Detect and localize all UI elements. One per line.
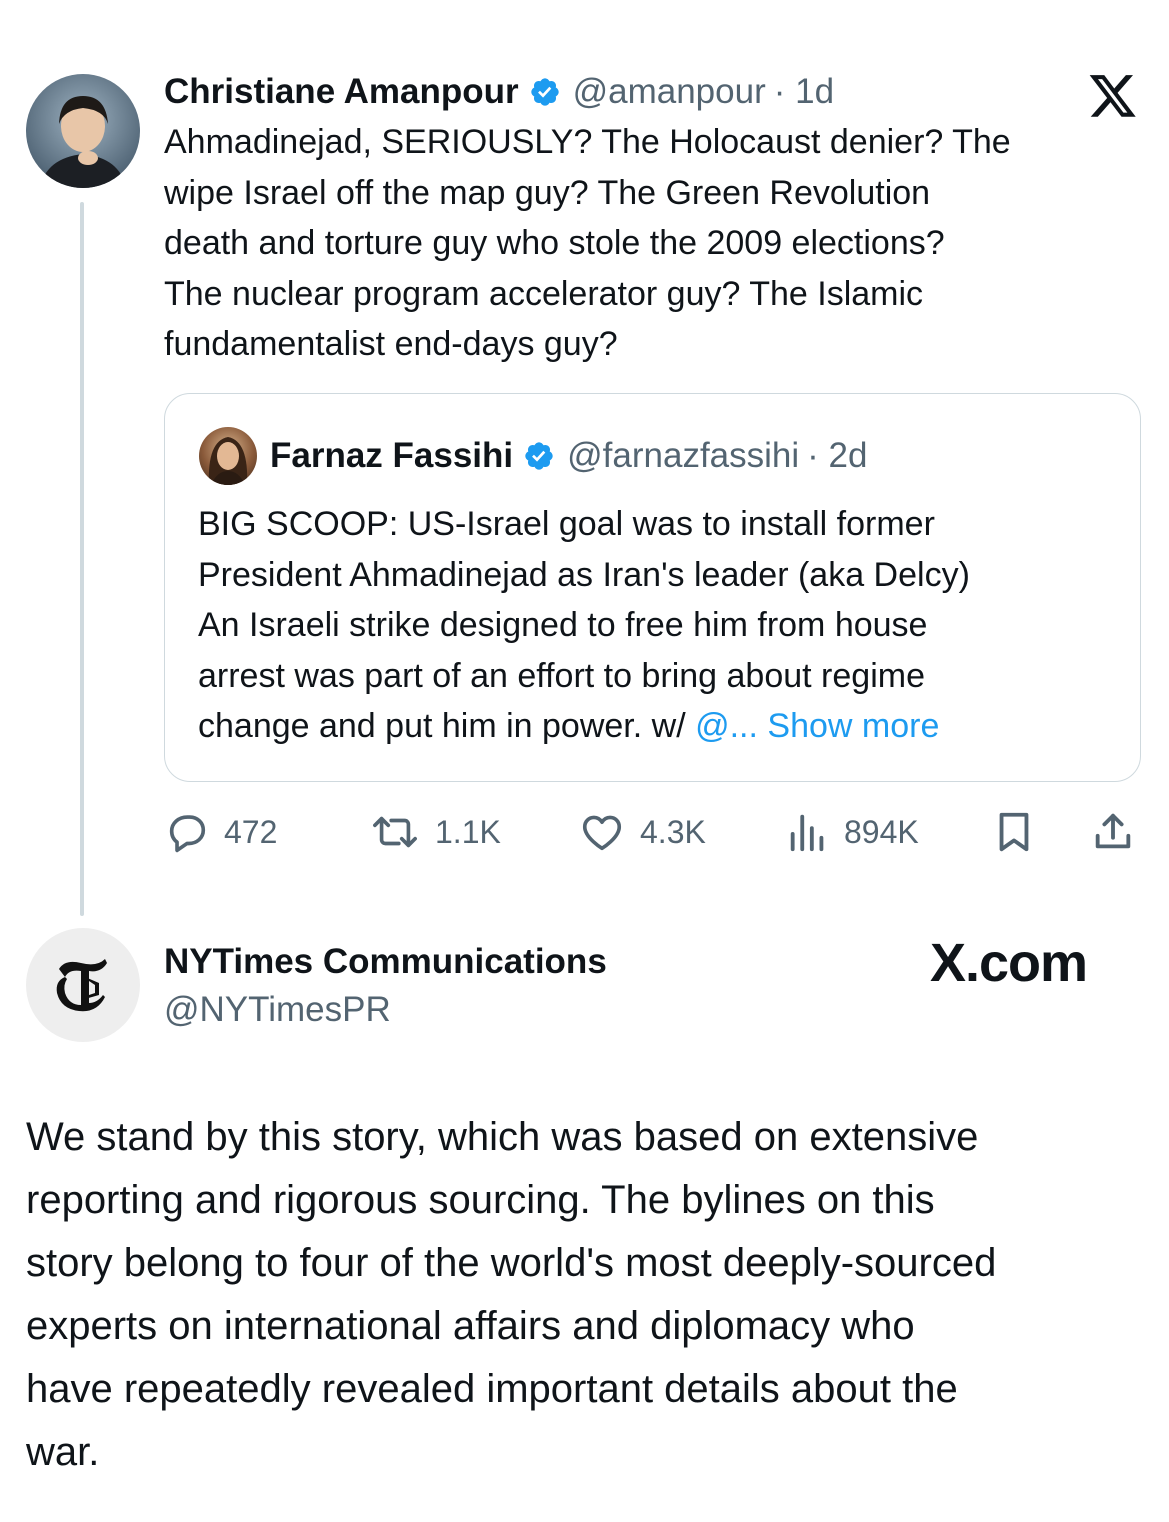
like-count: 4.3K	[640, 813, 706, 850]
author-handle[interactable]: @amanpour	[573, 72, 766, 112]
nyt-logo-icon	[56, 959, 107, 1012]
x-com-label: X.com	[930, 933, 1088, 993]
verified-badge-icon	[525, 442, 553, 470]
quoted-author-name[interactable]: Farnaz Fassihi	[270, 436, 513, 476]
like-button[interactable]: 4.3K	[578, 808, 706, 856]
heart-icon	[582, 815, 622, 851]
reply-author-handle[interactable]: @NYTimesPR	[164, 990, 391, 1030]
quoted-tweet-text: BIG SCOOP: US-Israel goal was to install…	[198, 499, 1138, 752]
tweet-age: · 1d	[773, 72, 835, 111]
views-chart-icon	[790, 814, 824, 852]
reply-button[interactable]: 472	[164, 808, 277, 856]
views-count: 894K	[844, 813, 919, 850]
tweet-text: Ahmadinejad, SERIOUSLY? The Holocaust de…	[164, 123, 1011, 363]
share-button[interactable]	[1090, 808, 1136, 856]
reply-count: 472	[224, 813, 278, 850]
author-avatar[interactable]	[26, 74, 140, 188]
reply-author-name[interactable]: NYTimes Communications	[164, 942, 607, 982]
views-button[interactable]: 894K	[786, 808, 919, 856]
bookmark-button[interactable]	[993, 808, 1035, 856]
x-logo-icon[interactable]	[1088, 74, 1138, 120]
repost-count: 1.1K	[435, 813, 501, 850]
reply-header: NYTimes Communications	[164, 938, 607, 986]
verified-badge-icon	[530, 78, 559, 106]
quoted-author-handle[interactable]: @farnazfassihi	[567, 436, 799, 476]
quoted-tweet-header: Farnaz Fassihi @farnazfassihi · 2d	[270, 433, 867, 479]
mention-link[interactable]: @...	[695, 707, 758, 745]
reply-text: We stand by this story, which was based …	[26, 1115, 997, 1474]
repost-button[interactable]: 1.1K	[369, 808, 501, 856]
amanpour-portrait	[40, 96, 126, 188]
share-icon	[1095, 813, 1131, 849]
reply-icon	[169, 815, 206, 853]
show-more-link[interactable]: Show more	[758, 707, 939, 745]
bookmark-icon	[999, 812, 1029, 852]
thread-line	[80, 202, 84, 916]
reply-handle-row: @NYTimesPR	[164, 986, 391, 1034]
fassihi-portrait	[208, 437, 248, 485]
quoted-tweet-age: · 2d	[807, 436, 868, 475]
nyt-avatar[interactable]	[26, 928, 140, 1042]
quoted-author-avatar[interactable]	[199, 427, 257, 485]
tweet-header: Christiane Amanpour @amanpour · 1d	[164, 68, 834, 116]
repost-icon	[373, 816, 417, 848]
author-name[interactable]: Christiane Amanpour	[164, 72, 519, 112]
